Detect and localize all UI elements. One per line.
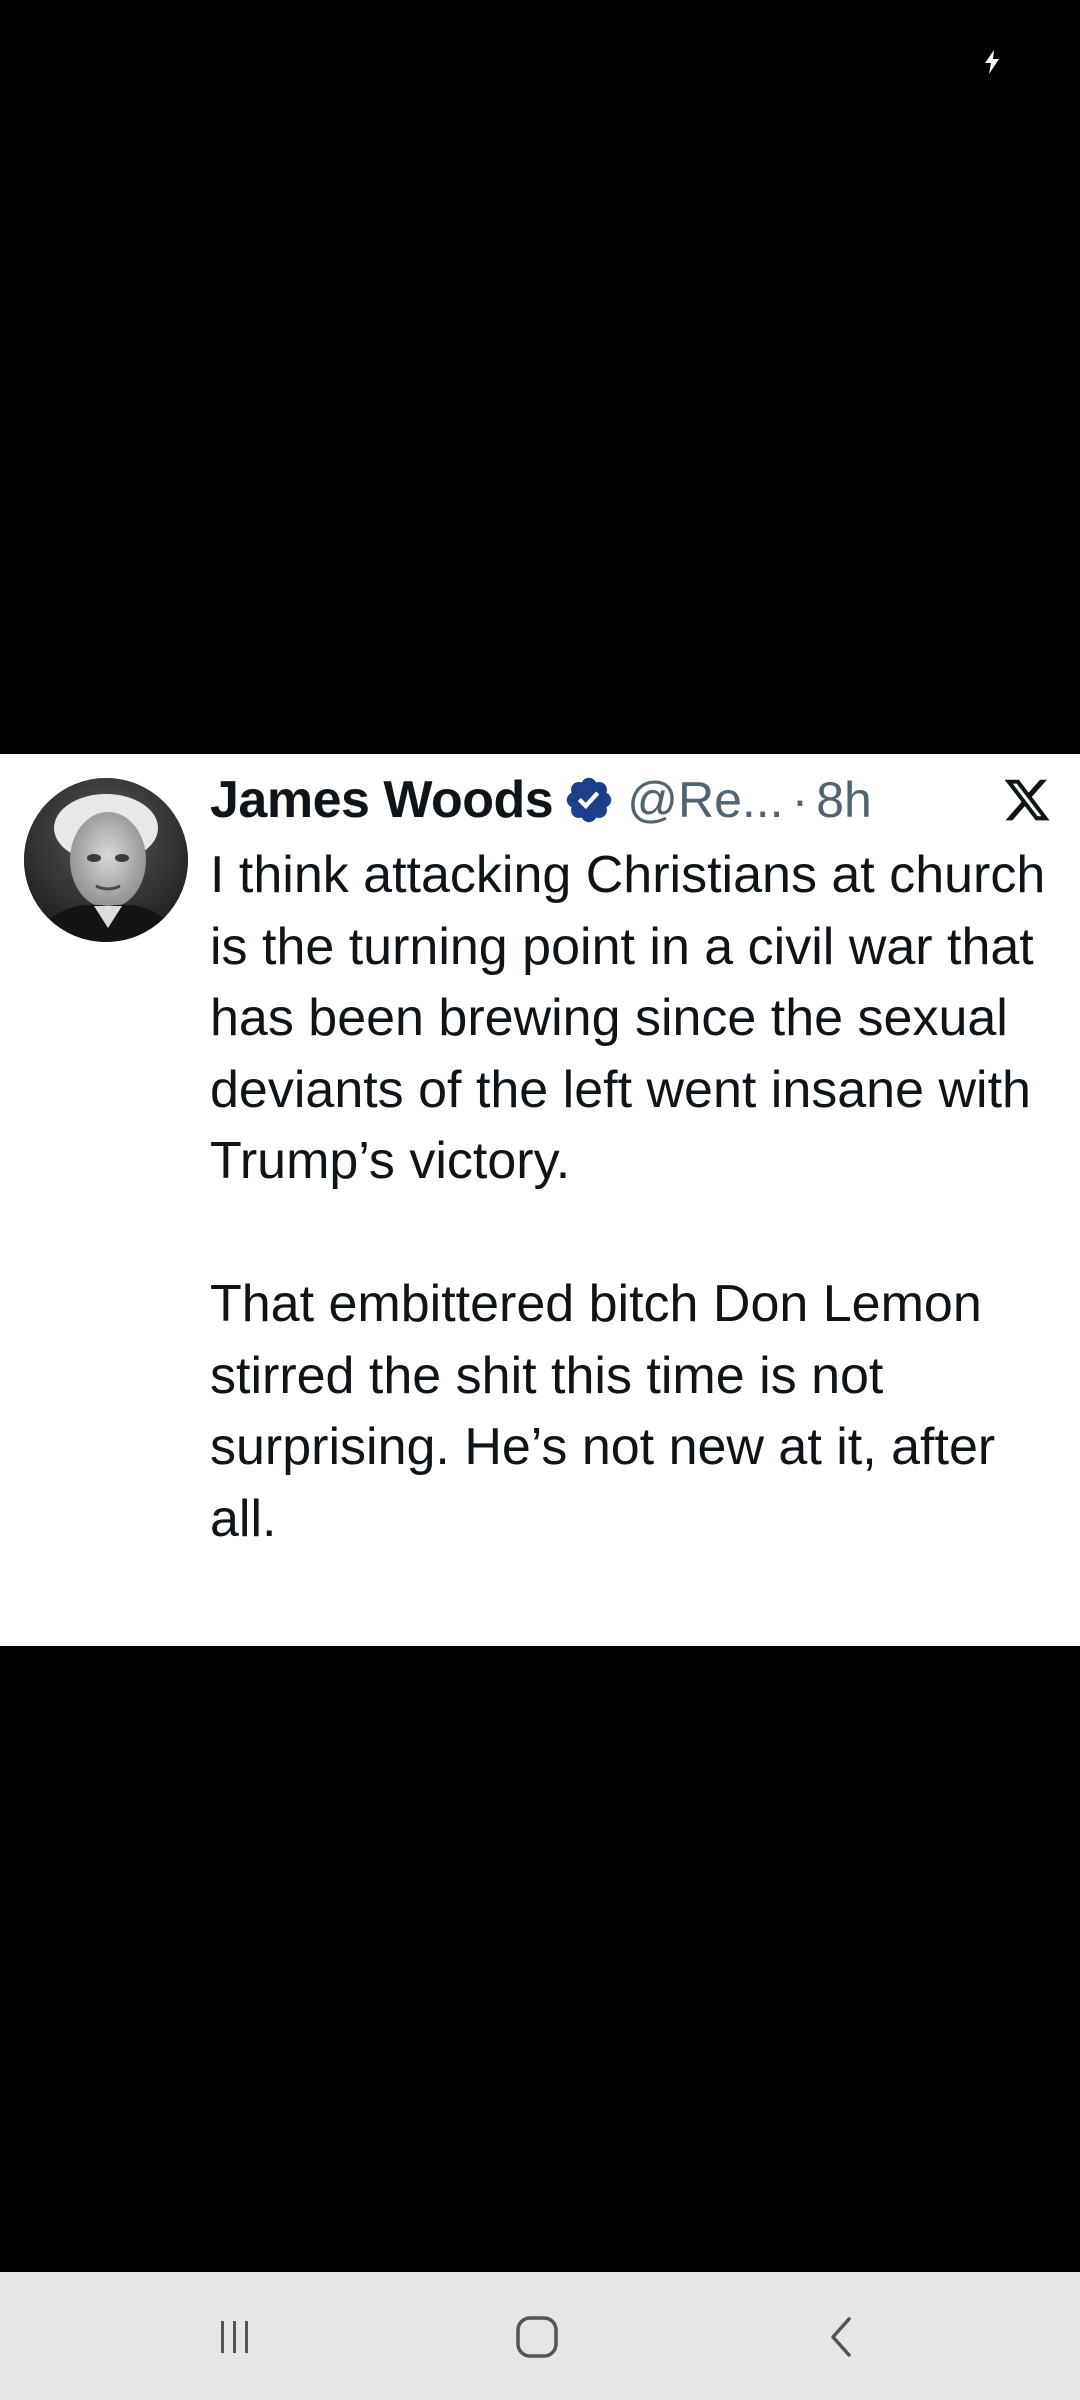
tweet-timestamp[interactable]: 8h: [816, 771, 872, 829]
author-handle[interactable]: @Re...: [627, 771, 783, 829]
author-name[interactable]: James Woods: [210, 770, 554, 830]
home-icon: [516, 2316, 558, 2358]
avatar[interactable]: [24, 778, 188, 942]
verified-badge-icon: [567, 777, 612, 823]
charging-bolt-icon: [985, 50, 999, 74]
recent-apps-icon: [221, 2321, 248, 2353]
x-logo-icon: [1004, 779, 1050, 821]
home-button[interactable]: [502, 2302, 572, 2372]
recent-apps-button[interactable]: [200, 2302, 270, 2372]
tweet-paragraph-1: I think attacking Christians at church i…: [210, 846, 1046, 1190]
tweet-text: I think attacking Christians at church i…: [210, 840, 1060, 1555]
avatar-photo: [24, 778, 188, 942]
tweet-paragraph-2: That embittered bitch Don Lemon stirred …: [210, 1275, 996, 1548]
system-nav-bar: [0, 2272, 1080, 2400]
header-separator: ·: [791, 772, 809, 828]
back-button[interactable]: [806, 2302, 876, 2372]
status-bar: [0, 0, 1080, 120]
back-icon: [831, 2317, 851, 2357]
tweet-header: James Woods @Re... · 8h: [210, 762, 872, 838]
